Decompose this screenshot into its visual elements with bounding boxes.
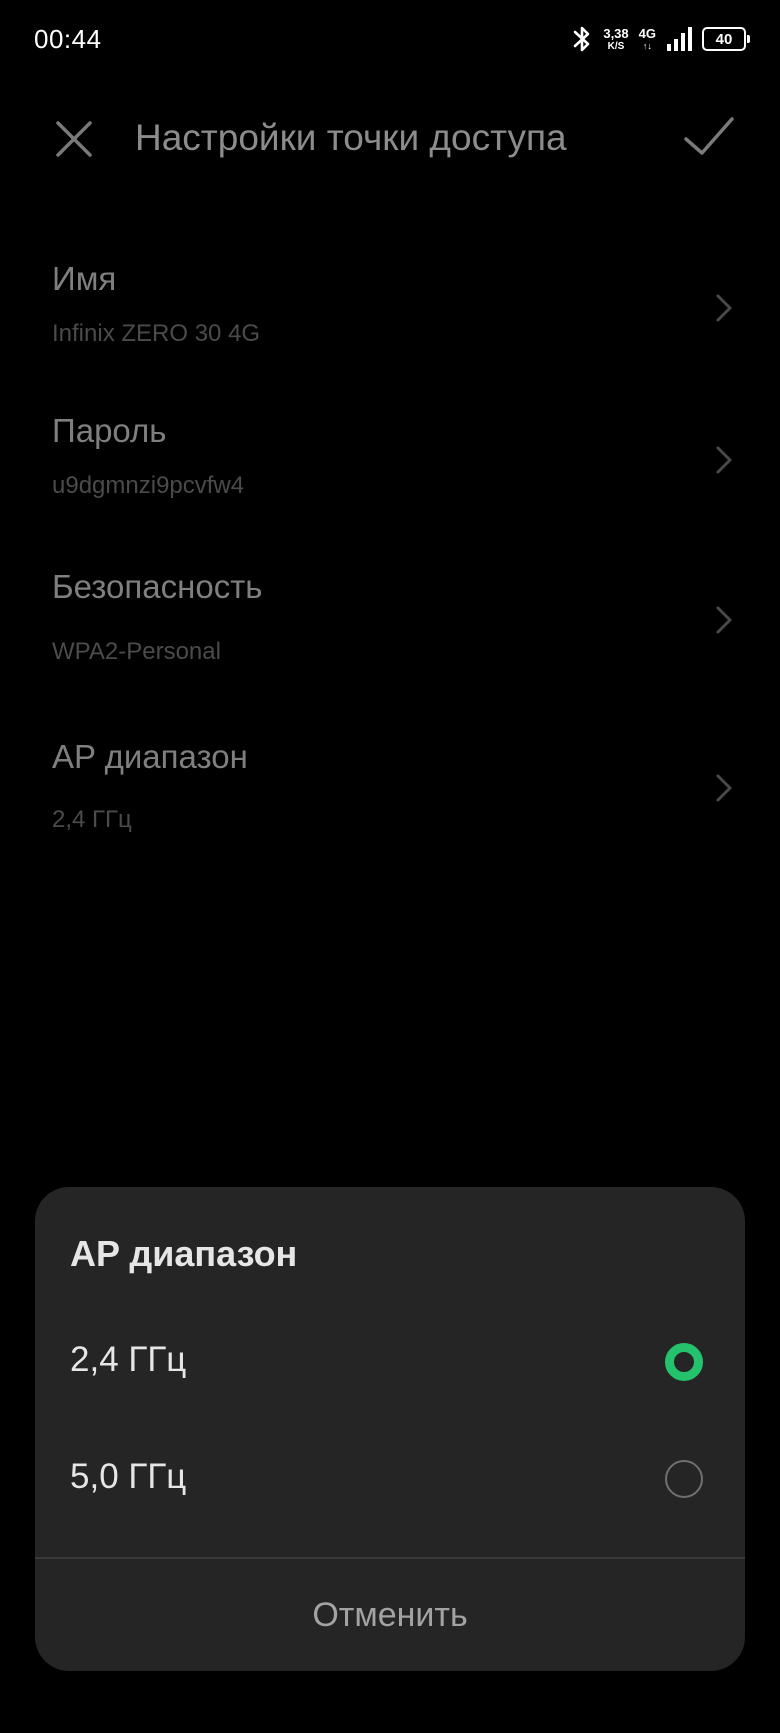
- signal-icon: [667, 27, 692, 51]
- network-type: 4G ↑↓: [639, 27, 656, 51]
- radio-unselected-icon[interactable]: [665, 1460, 703, 1498]
- radio-selected-icon[interactable]: [665, 1343, 703, 1381]
- settings-item-value: Infinix ZERO 30 4G: [52, 320, 261, 347]
- settings-item-label: Имя: [52, 260, 117, 297]
- network-speed-value: 3,38: [603, 25, 629, 41]
- chevron-right-icon: [716, 294, 732, 322]
- chevron-right-icon: [716, 774, 732, 802]
- ap-band-dialog: AP диапазон 2,4 ГГц 5,0 ГГц Отменить: [35, 1187, 745, 1671]
- settings-item-label: Безопасность: [52, 568, 263, 605]
- dialog-title: AP диапазон: [70, 1233, 298, 1274]
- check-icon[interactable]: [682, 113, 736, 161]
- option-label: 5,0 ГГц: [70, 1457, 187, 1496]
- chevron-right-icon: [716, 606, 732, 634]
- settings-item-password[interactable]: Пароль u9dgmnzi9pcvfw4: [0, 412, 780, 512]
- battery-level: 40: [715, 30, 733, 48]
- settings-item-label: Пароль: [52, 412, 167, 449]
- app-bar: Настройки точки доступа: [0, 95, 780, 185]
- settings-item-ap-band[interactable]: AP диапазон 2,4 ГГц: [0, 738, 780, 848]
- cancel-button[interactable]: Отменить: [35, 1559, 745, 1671]
- network-speed-unit: K/S: [607, 40, 625, 52]
- page-title: Настройки точки доступа: [135, 117, 567, 158]
- option-2-4-ghz[interactable]: 2,4 ГГц: [35, 1312, 745, 1412]
- status-bar: 00:44 3,38 K/S 4G ↑↓ 40: [0, 0, 780, 80]
- option-label: 2,4 ГГц: [70, 1340, 187, 1379]
- network-type-label: 4G: [638, 26, 656, 41]
- network-activity-arrows: ↑↓: [642, 41, 652, 51]
- settings-item-value: WPA2-Personal: [52, 638, 221, 665]
- network-speed: 3,38 K/S: [603, 27, 628, 52]
- close-icon[interactable]: [50, 115, 98, 163]
- battery-icon: 40: [702, 27, 750, 51]
- chevron-right-icon: [716, 446, 732, 474]
- settings-item-name[interactable]: Имя Infinix ZERO 30 4G: [0, 260, 780, 360]
- settings-item-label: AP диапазон: [52, 738, 248, 775]
- option-5-0-ghz[interactable]: 5,0 ГГц: [35, 1429, 745, 1529]
- status-time: 00:44: [34, 24, 102, 54]
- bluetooth-icon: [574, 26, 590, 52]
- status-icons: 3,38 K/S 4G ↑↓ 40: [571, 22, 750, 56]
- settings-item-value: 2,4 ГГц: [52, 806, 132, 833]
- settings-item-value: u9dgmnzi9pcvfw4: [52, 472, 245, 499]
- settings-item-security[interactable]: Безопасность WPA2-Personal: [0, 568, 780, 678]
